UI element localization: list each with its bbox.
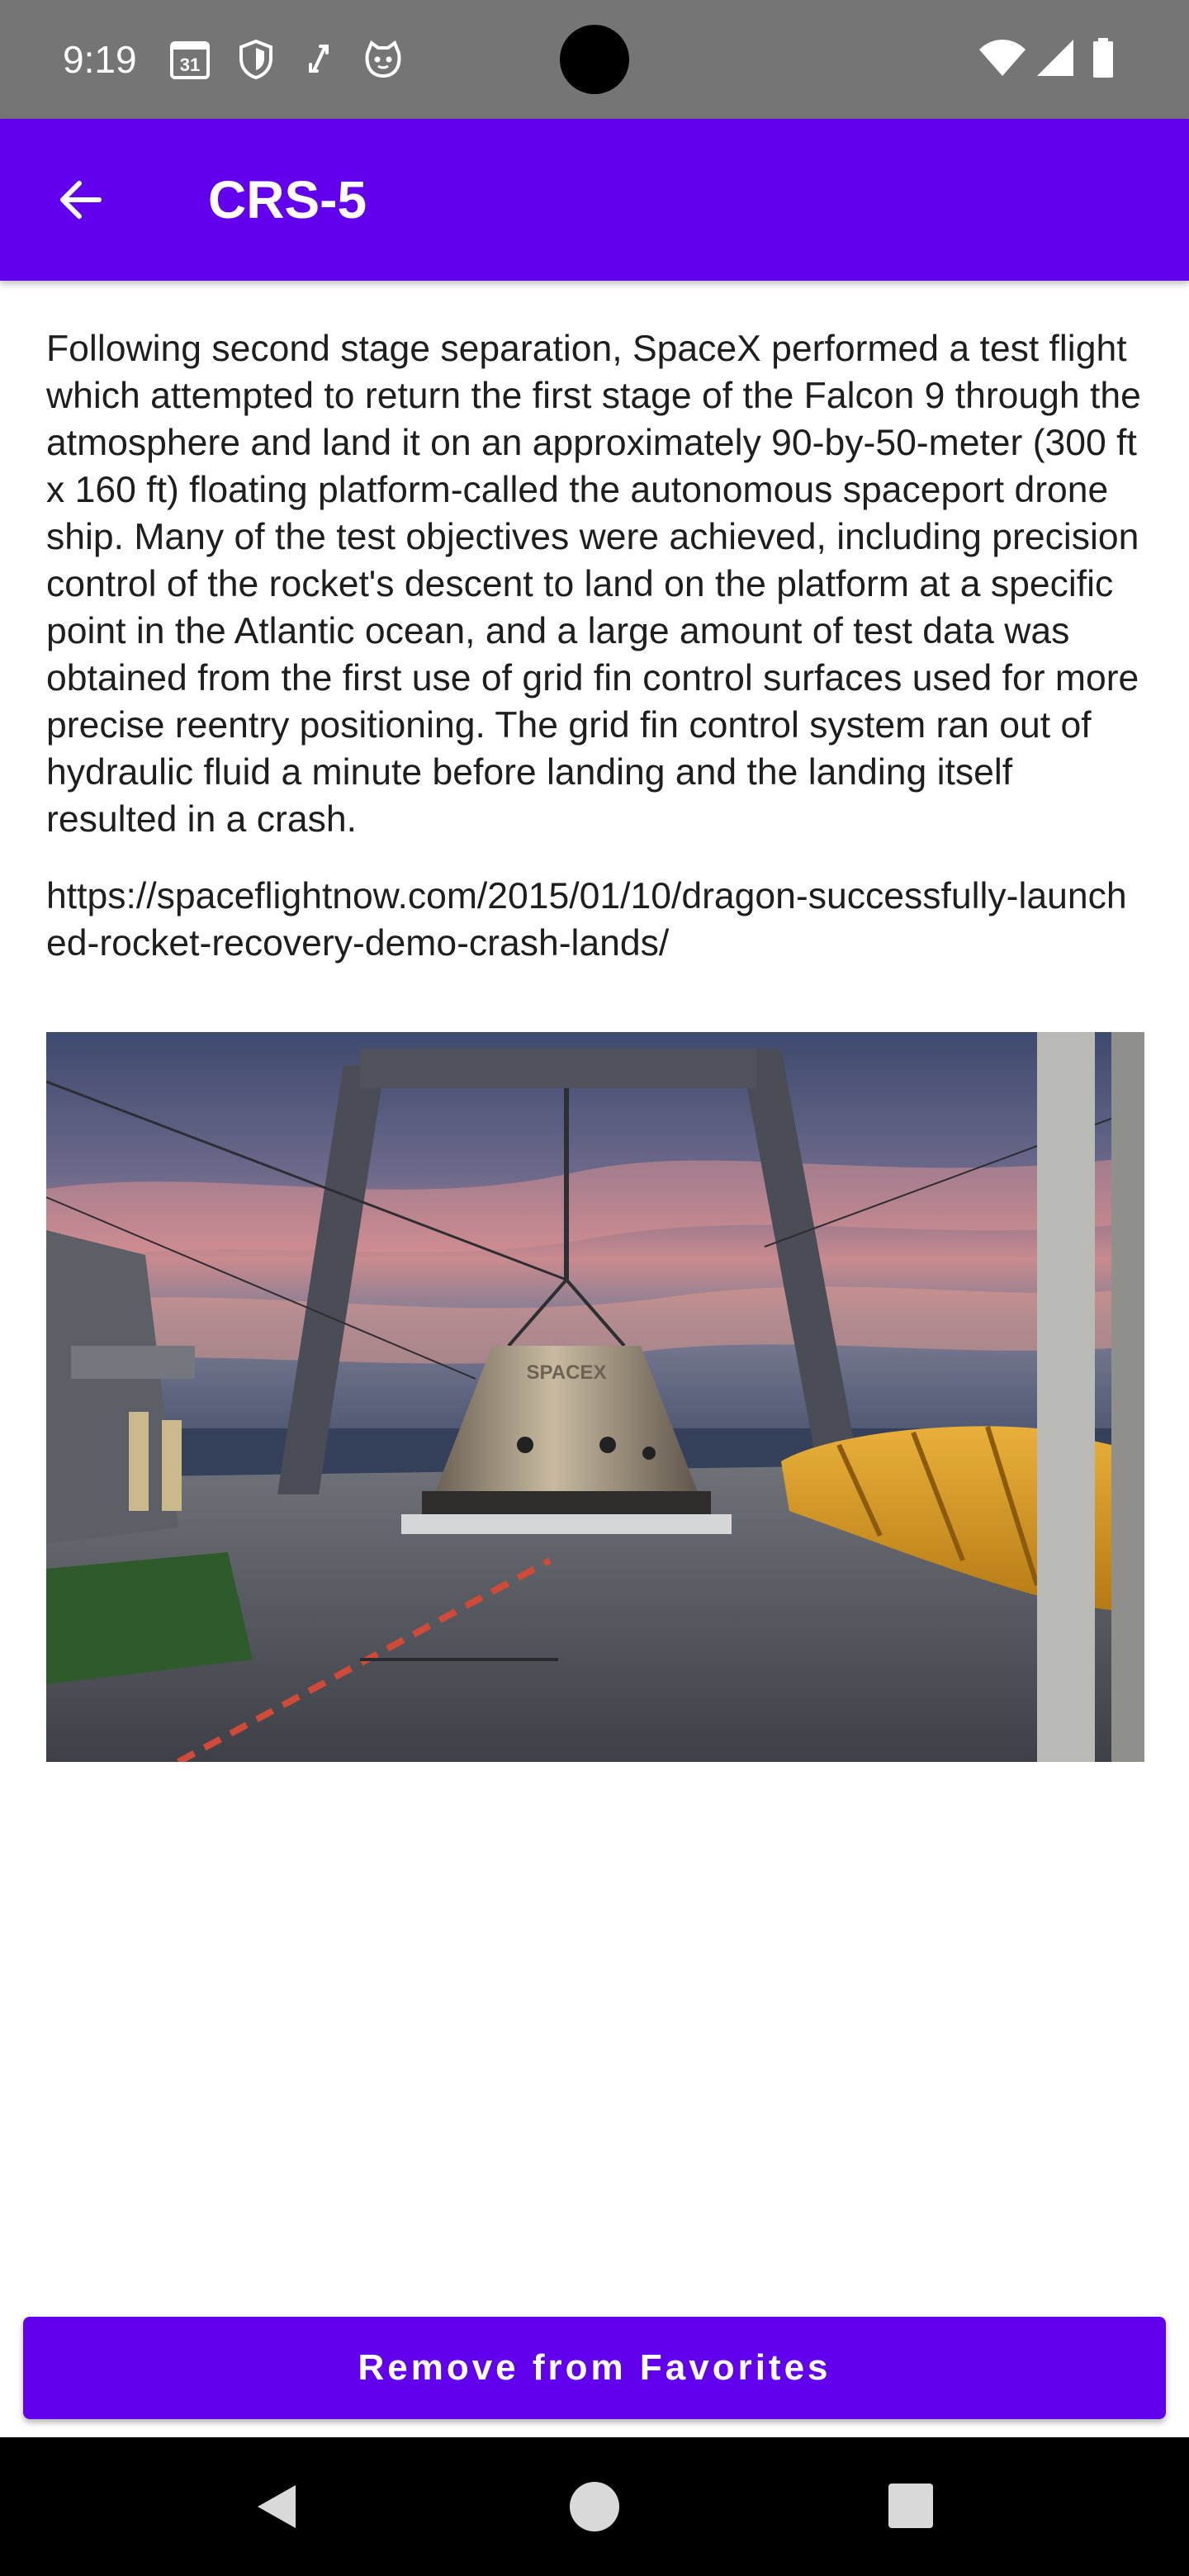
signal-icon	[1034, 36, 1080, 83]
nav-back-icon[interactable]	[244, 2474, 310, 2540]
capsule-logo-text: SPACEX	[527, 1361, 607, 1384]
battery-icon	[1087, 36, 1133, 83]
launch-description: Following second stage separation, Space…	[46, 329, 1141, 840]
page-title: CRS-5	[208, 170, 367, 230]
nav-home-icon[interactable]	[561, 2474, 628, 2540]
status-bar: 9:19 31	[0, 0, 1189, 119]
remove-from-favorites-button[interactable]: Remove from Favorites	[23, 2317, 1166, 2419]
status-time: 9:19	[63, 38, 137, 81]
wifi-icon	[978, 36, 1026, 83]
navigation-bar	[0, 2437, 1189, 2576]
back-button[interactable]	[40, 159, 122, 241]
screen: 9:19 31 CRS-5 Following second stage sep…	[0, 0, 1189, 2576]
app-bar: CRS-5	[0, 119, 1189, 281]
article-link[interactable]: https://spaceflightnow.com/2015/01/10/dr…	[46, 873, 1144, 967]
camera-cutout	[560, 25, 629, 94]
calendar-day-text: 31	[180, 54, 200, 75]
calendar-icon: 31	[167, 36, 213, 83]
shield-icon	[233, 36, 279, 83]
sync-icon	[296, 36, 342, 83]
launch-details: Following second stage separation, Space…	[46, 325, 1144, 967]
arrow-back-icon	[60, 181, 102, 219]
nav-recents-icon[interactable]	[879, 2474, 945, 2540]
cat-icon	[360, 36, 406, 83]
launch-photo: SPACEX	[46, 1032, 1144, 1762]
